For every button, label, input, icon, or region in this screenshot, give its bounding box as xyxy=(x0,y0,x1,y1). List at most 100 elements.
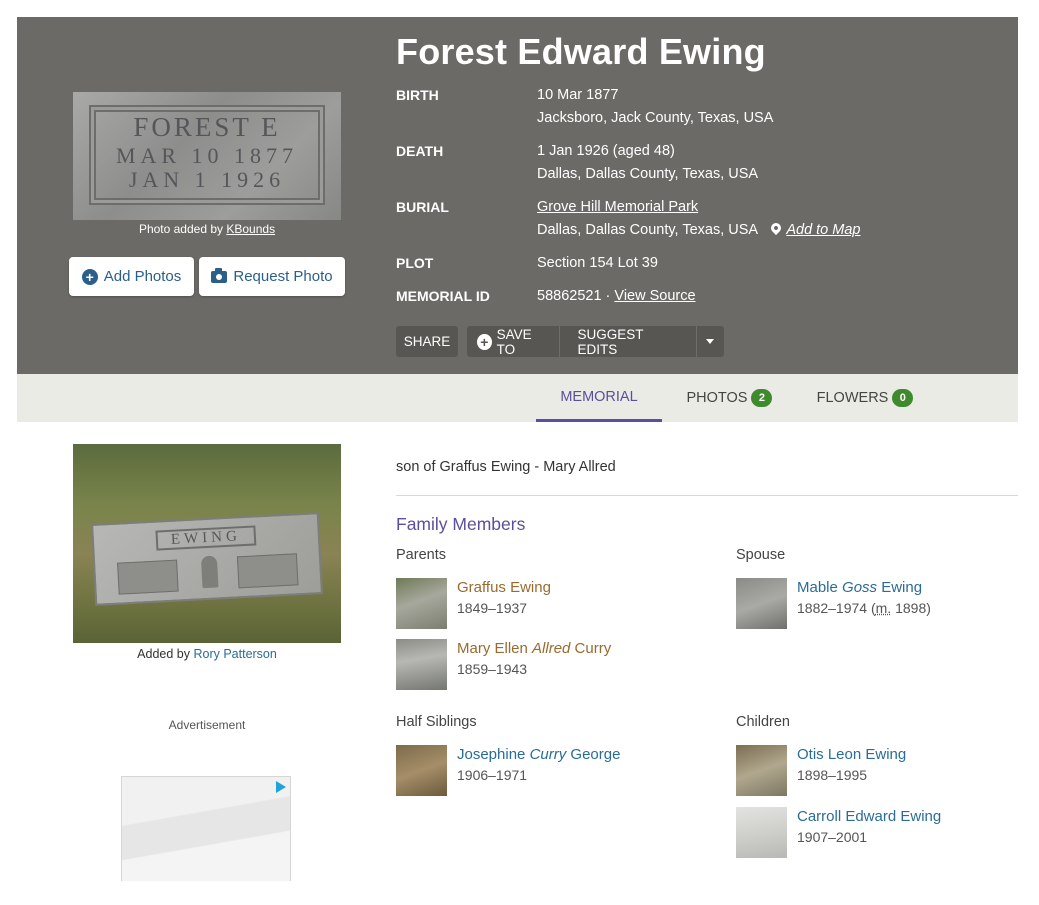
headstone-line-birth: MAR 10 1877 xyxy=(115,143,299,168)
family-member-thumbnail[interactable] xyxy=(396,578,447,629)
name-given: Graffus Ewing xyxy=(457,579,551,596)
tab-flowers-label: FLOWERS xyxy=(816,390,889,406)
memorial-tabs: MEMORIAL PHOTOS 2 FLOWERS 0 xyxy=(17,374,1018,422)
marriage-year: 1898) xyxy=(891,600,931,616)
gravesite-photo-credit: Added by Rory Patterson xyxy=(73,647,341,661)
save-to-label: SAVE TO xyxy=(496,326,532,357)
name-maiden: Allred xyxy=(532,640,571,657)
family-member-thumbnail[interactable] xyxy=(396,745,447,796)
family-member-dates: 1849–1937 xyxy=(457,600,528,616)
family-member-parent-2[interactable]: Mary Ellen Allred Curry 1859–1943 xyxy=(396,639,611,690)
photos-count-badge: 2 xyxy=(751,389,773,407)
family-member-child-1[interactable]: Otis Leon Ewing 1898–1995 xyxy=(736,745,906,796)
family-member-dates: 1882–1974 (m. 1898) xyxy=(797,600,931,616)
request-photo-label: Request Photo xyxy=(233,268,333,285)
memorial-id-separator: · xyxy=(601,288,615,304)
burial-label: BURIAL xyxy=(396,199,449,215)
memorial-header: FOREST E MAR 10 1877 JAN 1 1926 Photo ad… xyxy=(17,17,1018,374)
family-member-thumbnail[interactable] xyxy=(736,745,787,796)
memorial-id-row: 58862521 · View Source xyxy=(537,288,696,304)
more-options-dropdown[interactable] xyxy=(697,326,725,357)
family-member-name-link[interactable]: Carroll Edward Ewing xyxy=(797,808,941,825)
map-pin-icon xyxy=(769,220,784,236)
added-by-user-link[interactable]: Rory Patterson xyxy=(193,647,276,661)
burial-place: Dallas, Dallas County, Texas, USA xyxy=(537,222,758,238)
death-date: 1 Jan 1926 (aged 48) xyxy=(537,143,675,159)
plus-circle-icon: + xyxy=(477,333,492,350)
added-by-prefix: Added by xyxy=(137,647,190,661)
memorial-id-value: 58862521 xyxy=(537,288,602,304)
advertisement-box[interactable] xyxy=(121,776,291,881)
grave-plate-right xyxy=(236,553,299,589)
grave-marker-title: EWING xyxy=(155,525,257,551)
memorial-id-label: MEMORIAL ID xyxy=(396,288,490,304)
memorial-bio: son of Graffus Ewing - Mary Allred xyxy=(396,459,616,475)
name-maiden: Curry xyxy=(529,746,567,763)
cemetery-link[interactable]: Grove Hill Memorial Park xyxy=(537,199,698,215)
add-to-map-link[interactable]: Add to Map xyxy=(769,220,861,238)
plus-circle-icon: + xyxy=(81,268,98,285)
flowers-count-badge: 0 xyxy=(892,389,914,407)
gravesite-photo[interactable]: EWING xyxy=(73,444,341,643)
plot-value: Section 154 Lot 39 xyxy=(537,255,658,271)
family-member-thumbnail[interactable] xyxy=(736,807,787,858)
request-photo-button[interactable]: Request Photo xyxy=(199,257,345,296)
name-surname: Ewing xyxy=(877,579,923,596)
family-member-dates: 1906–1971 xyxy=(457,767,528,783)
photo-credit: Photo added by KBounds xyxy=(73,222,341,236)
view-source-link[interactable]: View Source xyxy=(614,288,695,304)
burial-cemetery-link[interactable]: Grove Hill Memorial Park xyxy=(537,199,698,215)
photo-credit-user-link[interactable]: KBounds xyxy=(226,222,275,236)
family-member-half-sibling-1[interactable]: Josephine Curry George 1906–1971 xyxy=(396,745,620,796)
save-to-button[interactable]: + SAVE TO xyxy=(467,326,559,357)
marriage-open: ( xyxy=(867,600,876,616)
add-photos-label: Add Photos xyxy=(103,268,182,285)
tab-memorial[interactable]: MEMORIAL xyxy=(536,374,662,422)
suggest-edits-button[interactable]: SUGGEST EDITS xyxy=(559,326,695,357)
caret-down-icon xyxy=(706,339,715,344)
grave-marker: EWING xyxy=(91,512,323,606)
half-siblings-heading: Half Siblings xyxy=(396,714,477,730)
family-member-name-link[interactable]: Otis Leon Ewing xyxy=(797,746,906,763)
headstone-photo[interactable]: FOREST E MAR 10 1877 JAN 1 1926 xyxy=(73,92,341,220)
name-given: Mary Ellen xyxy=(457,640,533,657)
spouse-heading: Spouse xyxy=(736,547,786,563)
family-member-spouse-1[interactable]: Mable Goss Ewing 1882–1974 (m. 1898) xyxy=(736,578,931,629)
share-button[interactable]: SHARE xyxy=(396,326,458,357)
death-place: Dallas, Dallas County, Texas, USA xyxy=(537,166,759,182)
tab-photos[interactable]: PHOTOS 2 xyxy=(682,374,777,422)
family-member-name-link[interactable]: Mary Ellen Allred Curry xyxy=(457,640,611,657)
add-photos-button[interactable]: + Add Photos xyxy=(69,257,194,296)
headstone-line-death: JAN 1 1926 xyxy=(128,167,286,192)
family-members-heading: Family Members xyxy=(396,514,526,534)
family-member-name-link[interactable]: Josephine Curry George xyxy=(457,746,620,763)
tab-memorial-label: MEMORIAL xyxy=(560,388,638,405)
grave-plate-left xyxy=(117,559,179,595)
birth-place: Jacksboro, Jack County, Texas, USA xyxy=(537,110,774,126)
family-member-thumbnail[interactable] xyxy=(396,639,447,690)
plot-label: PLOT xyxy=(396,255,434,271)
family-member-parent-1[interactable]: Graffus Ewing 1849–1937 xyxy=(396,578,551,629)
tab-photos-label: PHOTOS xyxy=(686,390,748,406)
marriage-abbr: m. xyxy=(875,600,892,616)
name-maiden: Goss xyxy=(842,579,878,596)
camera-icon xyxy=(211,267,228,283)
family-member-dates: 1859–1943 xyxy=(457,661,528,677)
adchoices-icon[interactable] xyxy=(276,781,286,793)
photo-credit-prefix: Photo added by xyxy=(138,222,224,236)
headstone-line-name: FOREST E xyxy=(133,112,281,142)
praying-hands-icon xyxy=(200,555,219,589)
parents-heading: Parents xyxy=(396,547,446,563)
family-member-dates: 1898–1995 xyxy=(797,767,868,783)
save-edit-button-group: + SAVE TO SUGGEST EDITS xyxy=(467,326,724,357)
family-member-name-link[interactable]: Mable Goss Ewing xyxy=(797,579,931,596)
name-given: Mable xyxy=(797,579,843,596)
family-member-dates: 1907–2001 xyxy=(797,829,868,845)
family-member-child-2[interactable]: Carroll Edward Ewing 1907–2001 xyxy=(736,807,941,858)
advertisement-label: Advertisement xyxy=(168,718,246,732)
name-surname: George xyxy=(566,746,621,763)
family-member-thumbnail[interactable] xyxy=(736,578,787,629)
birth-date: 10 Mar 1877 xyxy=(537,87,619,103)
tab-flowers[interactable]: FLOWERS 0 xyxy=(815,374,915,422)
family-member-name-link[interactable]: Graffus Ewing xyxy=(457,579,551,596)
